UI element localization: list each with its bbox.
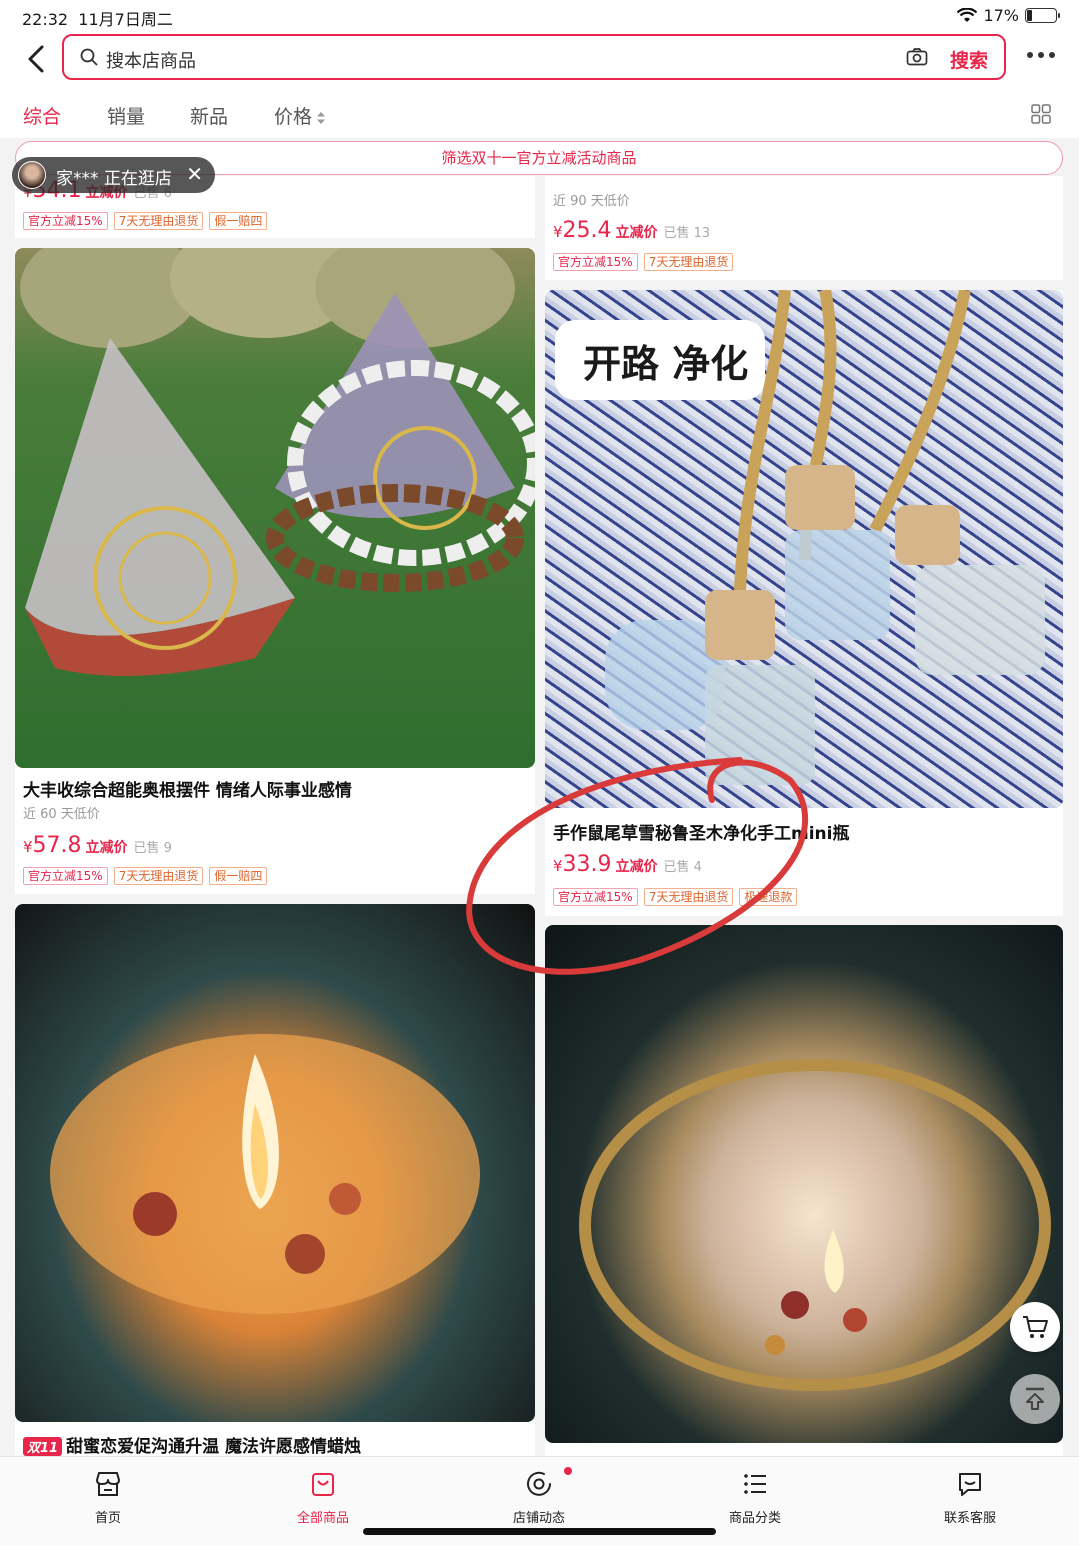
visitor-toast: 家*** 正在逛店 ✕ bbox=[12, 157, 215, 193]
badge: 假一赔四 bbox=[209, 867, 268, 885]
status-time: 22:32 11月7日周二 bbox=[22, 10, 173, 29]
badge-list: 官方立减15% 7天无理由退货 bbox=[553, 253, 734, 271]
badge: 7天无理由退货 bbox=[113, 212, 204, 230]
nav-customer-service[interactable]: 联系客服 bbox=[920, 1469, 1020, 1526]
pyramid-illustration bbox=[20, 248, 535, 676]
nav-label: 首页 bbox=[94, 1511, 121, 1526]
search-input[interactable]: 搜本店商品 bbox=[106, 47, 196, 73]
nav-label: 全部商品 bbox=[296, 1511, 349, 1526]
product-card-orgonite[interactable]: 大丰收综合超能奥根摆件 情绪人际事业感情 近 60 天低价 ¥57.8 立减价 已售… bbox=[15, 248, 535, 894]
candle-illustration bbox=[50, 1034, 480, 1314]
back-icon[interactable] bbox=[24, 44, 50, 74]
search-row: 搜本店商品 搜索 bbox=[0, 32, 1079, 88]
nav-categories[interactable]: 商品分类 bbox=[705, 1469, 805, 1526]
product-title: 双11 甜蜜恋爱促沟通升温 魔法许愿感情蜡烛 bbox=[23, 1432, 361, 1456]
product-card-love-candle[interactable]: 双11 甜蜜恋爱促沟通升温 魔法许愿感情蜡烛 bbox=[15, 904, 535, 1456]
visitor-text: 家*** 正在逛店 bbox=[56, 169, 172, 189]
nav-home[interactable]: 首页 bbox=[58, 1469, 158, 1526]
camera-search-icon[interactable] bbox=[906, 47, 928, 67]
notification-dot bbox=[564, 1467, 572, 1475]
tab-new[interactable]: 新品 bbox=[190, 102, 228, 129]
cart-button[interactable] bbox=[1010, 1302, 1060, 1352]
list-icon bbox=[744, 1474, 766, 1494]
battery-icon bbox=[1025, 8, 1060, 23]
low-price-note: 近 90 天低价 bbox=[553, 194, 630, 209]
badge: 官方立减15% bbox=[23, 867, 108, 885]
product-card-candle-2[interactable] bbox=[545, 925, 1063, 1456]
badge-list: 官方立减15% 7天无理由退货 假一赔四 bbox=[23, 212, 268, 230]
double11-badge: 双11 bbox=[23, 1437, 63, 1456]
nav-label: 联系客服 bbox=[943, 1511, 996, 1526]
tab-sales[interactable]: 销量 bbox=[107, 102, 145, 129]
nav-store-feed[interactable]: 店铺动态 bbox=[489, 1469, 589, 1526]
more-icon[interactable] bbox=[1027, 52, 1055, 58]
product-image bbox=[15, 248, 535, 768]
image-overlay-text: 开路 净化 bbox=[583, 342, 748, 386]
low-price-note: 近 60 天低价 bbox=[23, 807, 100, 822]
candle-illustration bbox=[579, 1059, 1051, 1391]
product-title: 手作鼠尾草雪秘鲁圣木净化手工mini瓶 bbox=[553, 824, 850, 844]
camera-icon bbox=[527, 1471, 551, 1496]
battery-percent: 17% bbox=[983, 6, 1019, 25]
badge-list: 官方立减15% 7天无理由退货 假一赔四 bbox=[23, 867, 268, 885]
badge-list: 官方立减15% 7天无理由退货 极速退款 bbox=[553, 888, 798, 906]
badge: 7天无理由退货 bbox=[643, 253, 734, 271]
tab-price[interactable]: 价格 bbox=[274, 102, 326, 129]
badge: 官方立减15% bbox=[553, 888, 638, 906]
close-icon[interactable]: ✕ bbox=[186, 162, 203, 186]
nav-label: 商品分类 bbox=[728, 1511, 781, 1526]
filter-tabs: 综合 销量 新品 价格 bbox=[0, 88, 1079, 138]
nav-all-products[interactable]: 全部商品 bbox=[273, 1469, 373, 1526]
status-right: 17% bbox=[957, 6, 1060, 25]
product-image bbox=[545, 925, 1063, 1443]
search-box[interactable]: 搜本店商品 搜索 bbox=[62, 34, 1006, 80]
cart-icon bbox=[1023, 1316, 1048, 1338]
grid-view-icon[interactable] bbox=[1031, 104, 1051, 124]
product-price: ¥25.4 立减价 已售 13 bbox=[553, 218, 711, 243]
bottle-illustration: 开路 净化 bbox=[555, 290, 1045, 785]
product-price: ¥33.9 立减价 已售 4 bbox=[553, 852, 702, 877]
badge: 极速退款 bbox=[739, 888, 798, 906]
product-image: 开路 净化 bbox=[545, 290, 1063, 808]
status-bar: 22:32 11月7日周二 17% bbox=[0, 0, 1079, 32]
avatar bbox=[18, 161, 46, 189]
search-button[interactable]: 搜索 bbox=[950, 46, 988, 73]
chat-icon bbox=[959, 1473, 981, 1496]
bag-icon bbox=[312, 1473, 334, 1496]
badge: 官方立减15% bbox=[23, 212, 108, 230]
badge: 7天无理由退货 bbox=[113, 867, 204, 885]
sort-arrows-icon bbox=[317, 111, 326, 124]
product-card-sage-bottle[interactable]: 开路 净化 手作鼠尾草雪秘鲁圣木净化手工mini瓶 ¥33.9 立减价 已售 4 官… bbox=[545, 290, 1063, 916]
tab-comprehensive[interactable]: 综合 bbox=[23, 102, 61, 129]
back-to-top-button[interactable] bbox=[1010, 1374, 1060, 1424]
arrow-up-icon bbox=[1026, 1387, 1044, 1410]
product-price: ¥57.8 立减价 已售 9 bbox=[23, 833, 172, 858]
product-image bbox=[15, 904, 535, 1422]
product-card-partial-right[interactable]: 近 90 天低价 ¥25.4 立减价 已售 13 官方立减15% 7天无理由退货 bbox=[545, 176, 1063, 280]
nav-label: 店铺动态 bbox=[512, 1511, 565, 1526]
badge: 7天无理由退货 bbox=[643, 888, 734, 906]
wifi-icon bbox=[957, 8, 978, 22]
badge: 官方立减15% bbox=[553, 253, 638, 271]
store-icon bbox=[96, 1472, 120, 1496]
search-icon bbox=[80, 48, 98, 66]
product-title: 大丰收综合超能奥根摆件 情绪人际事业感情 bbox=[23, 781, 352, 801]
home-indicator bbox=[363, 1528, 716, 1535]
badge: 假一赔四 bbox=[209, 212, 268, 230]
